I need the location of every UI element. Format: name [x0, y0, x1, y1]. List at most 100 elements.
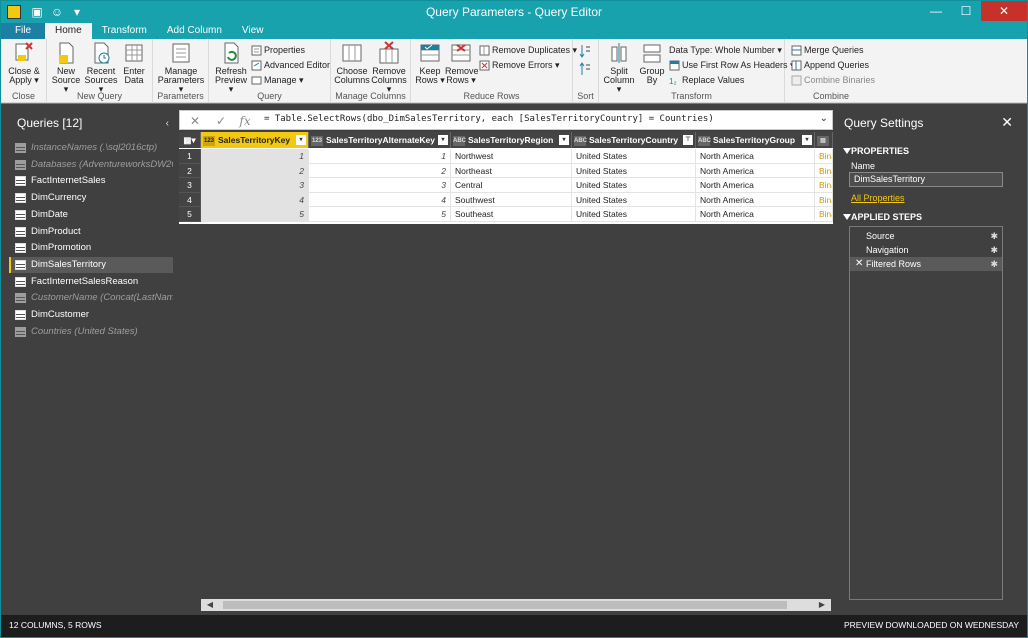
table-cell[interactable]: United States [572, 149, 696, 164]
table-cell[interactable]: 3 [309, 178, 451, 193]
column-header[interactable]: ▤ [815, 132, 833, 148]
column-header[interactable]: ABC SalesTerritoryRegion ▾ [451, 132, 572, 148]
close-settings-icon[interactable]: ✕ [1001, 114, 1013, 131]
table-cell[interactable]: Binary [815, 178, 833, 193]
group-by-button[interactable]: Group By [637, 41, 667, 85]
applied-step[interactable]: Source ✱ [850, 229, 1002, 243]
query-item[interactable]: Databases (AdventureworksDW2016CTP3) [9, 157, 173, 173]
column-header[interactable]: ABC SalesTerritoryGroup ▾ [696, 132, 815, 148]
table-cell[interactable]: Southeast [451, 207, 572, 222]
split-column-button[interactable]: Split Column ▾ [601, 41, 637, 94]
table-cell[interactable]: United States [572, 207, 696, 222]
query-item[interactable]: DimCurrency [9, 190, 173, 206]
query-item[interactable]: FactInternetSalesReason [9, 274, 173, 290]
table-cell[interactable]: 5 [309, 207, 451, 222]
table-cell[interactable]: Southwest [451, 192, 572, 208]
applied-steps-section-header[interactable]: APPLIED STEPS [842, 212, 922, 222]
recent-sources-button[interactable]: Recent Sources ▾ [83, 41, 119, 94]
data-type-dropdown[interactable]: Data Type: Whole Number ▾ [669, 43, 782, 57]
remove-errors-button[interactable]: Remove Errors ▾ [479, 58, 560, 72]
filter-dropdown-icon[interactable]: ▾ [296, 135, 306, 145]
table-cell[interactable]: North America [696, 192, 815, 208]
tab-home[interactable]: Home [45, 23, 92, 39]
query-item[interactable]: InstanceNames (.\sql2016ctp) [9, 140, 173, 156]
column-type-icon[interactable]: ▤ [817, 135, 829, 146]
tab-view[interactable]: View [232, 23, 274, 39]
column-header[interactable]: ABC SalesTerritoryCountry ⊤ [572, 132, 696, 148]
table-cell[interactable]: 4 [309, 192, 451, 208]
delete-step-icon[interactable]: ✕ [855, 257, 863, 271]
remove-columns-button[interactable]: Remove Columns ▾ [371, 41, 407, 94]
filter-dropdown-icon[interactable]: ▾ [438, 135, 448, 145]
table-cell[interactable]: North America [696, 178, 815, 193]
properties-button[interactable]: Properties [251, 43, 305, 57]
query-item[interactable]: CustomerName (Concat(LastName, ', ', Fir… [9, 290, 173, 306]
enter-data-button[interactable]: Enter Data [119, 41, 149, 85]
manage-button[interactable]: Manage ▾ [251, 73, 304, 87]
select-all-table-icon[interactable]: ▦▾ [179, 132, 201, 148]
table-cell[interactable]: Northeast [451, 163, 572, 179]
applied-step[interactable]: Navigation ✱ [850, 243, 1002, 257]
table-cell[interactable]: 2 [309, 163, 451, 179]
column-type-icon[interactable]: 123 [311, 135, 323, 146]
column-header[interactable]: 123 SalesTerritoryKey ▾ [201, 132, 309, 148]
merge-queries-button[interactable]: Merge Queries [791, 43, 864, 57]
filter-applied-icon[interactable]: ⊤ [683, 135, 693, 145]
table-cell[interactable]: 1 [309, 149, 451, 164]
all-properties-link[interactable]: All Properties [851, 193, 905, 203]
query-item[interactable]: DimCustomer [9, 307, 173, 323]
remove-duplicates-button[interactable]: Remove Duplicates ▾ [479, 43, 577, 57]
tab-file[interactable]: File [1, 23, 45, 39]
scroll-right-icon[interactable]: ▶ [815, 599, 829, 611]
formula-input[interactable]: = Table.SelectRows(dbo_DimSalesTerritory… [264, 114, 714, 124]
table-cell[interactable]: United States [572, 192, 696, 208]
tab-add-column[interactable]: Add Column [157, 23, 232, 39]
query-item[interactable]: Countries (United States) [9, 324, 173, 340]
commit-formula-icon[interactable]: ✓ [212, 113, 230, 129]
table-cell[interactable]: 2 [201, 163, 309, 179]
collapse-queries-chevron-icon[interactable]: ‹ [166, 118, 169, 129]
sort-descending-button[interactable] [579, 61, 593, 75]
keep-rows-button[interactable]: Keep Rows ▾ [414, 41, 446, 85]
remove-rows-button[interactable]: Remove Rows ▾ [445, 41, 479, 85]
cancel-formula-icon[interactable]: ✕ [186, 113, 204, 129]
choose-columns-button[interactable]: Choose Columns [334, 41, 370, 85]
step-settings-gear-icon[interactable]: ✱ [990, 243, 998, 257]
minimize-button[interactable]: — [921, 1, 951, 21]
query-name-input[interactable]: DimSalesTerritory [849, 172, 1003, 187]
first-row-headers-button[interactable]: Use First Row As Headers ▾ [669, 58, 795, 72]
scrollbar-thumb[interactable] [223, 601, 787, 609]
table-cell[interactable]: United States [572, 178, 696, 193]
query-item[interactable]: FactInternetSales [9, 173, 173, 189]
table-cell[interactable]: 1 [201, 149, 309, 164]
table-cell[interactable]: Binary [815, 192, 833, 208]
refresh-preview-button[interactable]: Refresh Preview ▾ [213, 41, 249, 94]
properties-section-header[interactable]: PROPERTIES [842, 146, 909, 156]
table-cell[interactable]: Binary [815, 163, 833, 179]
table-cell[interactable]: Binary [815, 149, 833, 164]
table-cell[interactable]: North America [696, 207, 815, 222]
replace-values-button[interactable]: 1₂ Replace Values [669, 73, 744, 87]
append-queries-button[interactable]: Append Queries [791, 58, 869, 72]
column-type-icon[interactable]: ABC [453, 135, 466, 146]
table-cell[interactable]: United States [572, 163, 696, 179]
column-header[interactable]: 123 SalesTerritoryAlternateKey ▾ [309, 132, 451, 148]
column-type-icon[interactable]: 123 [203, 135, 215, 146]
sort-ascending-button[interactable] [579, 43, 593, 58]
table-cell[interactable]: North America [696, 163, 815, 179]
table-cell[interactable]: Central [451, 178, 572, 193]
query-item[interactable]: DimSalesTerritory [9, 256, 173, 273]
table-cell[interactable]: North America [696, 149, 815, 164]
horizontal-scrollbar[interactable]: ◀ ▶ [201, 599, 831, 611]
table-cell[interactable]: 5 [201, 207, 309, 222]
combine-binaries-button[interactable]: Combine Binaries [791, 73, 875, 87]
expand-formula-chevron-icon[interactable]: ⌄ [820, 113, 828, 124]
filter-dropdown-icon[interactable]: ▾ [559, 135, 569, 145]
manage-parameters-button[interactable]: Manage Parameters ▾ [157, 41, 205, 94]
filter-dropdown-icon[interactable]: ▾ [802, 135, 812, 145]
scroll-left-icon[interactable]: ◀ [203, 599, 217, 611]
fx-icon[interactable]: fx [236, 113, 254, 129]
step-settings-gear-icon[interactable]: ✱ [990, 229, 998, 243]
applied-step[interactable]: ✕ Filtered Rows ✱ [850, 257, 1002, 271]
table-cell[interactable]: Binary [815, 207, 833, 222]
